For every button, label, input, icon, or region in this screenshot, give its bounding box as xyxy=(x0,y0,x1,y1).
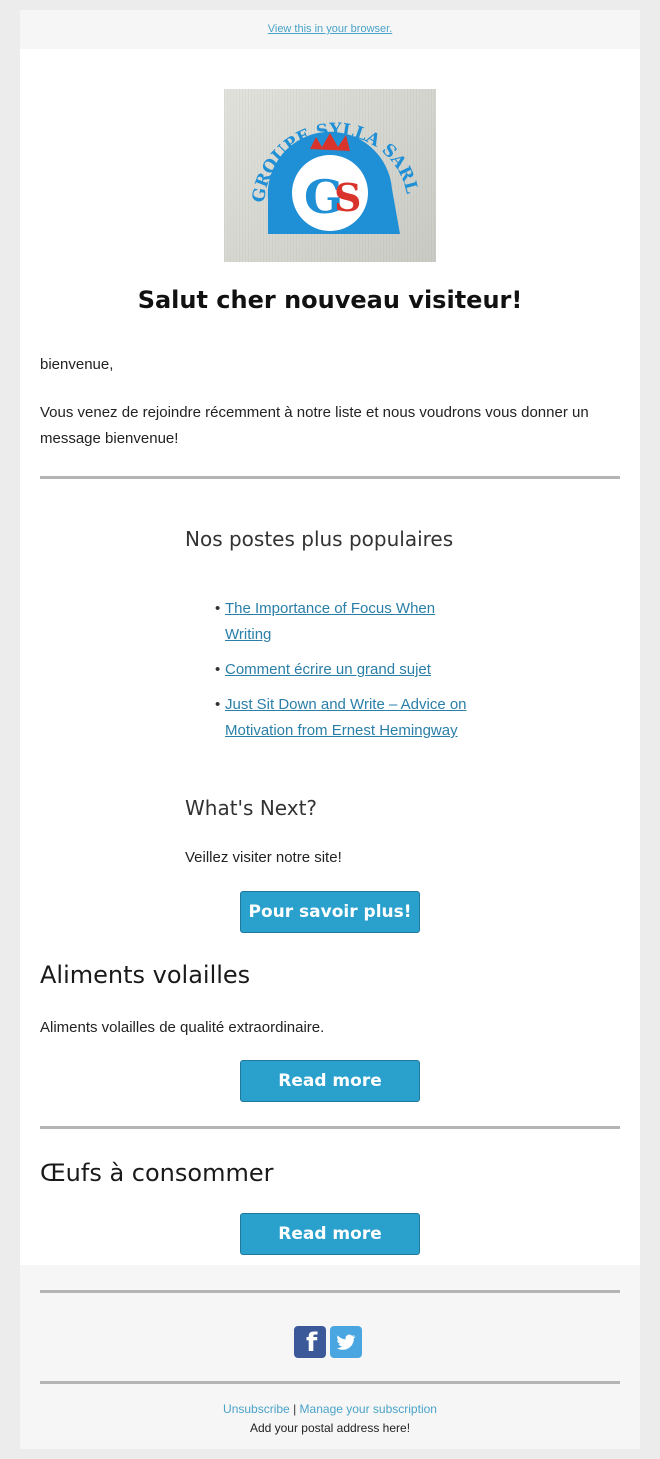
logo-initial-s: S xyxy=(334,175,361,220)
divider xyxy=(40,1126,620,1129)
post-link-focus[interactable]: The Importance of Focus When Writing xyxy=(225,600,435,643)
twitter-bird-glyph xyxy=(337,1334,356,1350)
popular-posts-heading: Nos postes plus populaires xyxy=(185,527,454,551)
eggs-read-more-button[interactable]: Read more xyxy=(240,1213,420,1255)
visit-site-text: Veillez visiter notre site! xyxy=(185,849,342,866)
view-in-browser-link[interactable]: View this in your browser. xyxy=(268,23,393,35)
popular-posts-list: • The Importance of Focus When Writing •… xyxy=(215,596,470,753)
page-title: Salut cher nouveau visiteur! xyxy=(137,286,523,314)
twitter-icon[interactable] xyxy=(330,1326,362,1358)
facebook-icon[interactable]: f xyxy=(294,1326,326,1358)
footer-separator: | xyxy=(293,1402,297,1416)
greeting-text: bienvenue, xyxy=(40,356,114,373)
logo-graphic: GROUPE SYLLA SARL G S xyxy=(249,120,422,234)
divider xyxy=(40,476,620,479)
preheader: View this in your browser. xyxy=(20,10,640,49)
footer: f Unsubscribe | Manage your subscription… xyxy=(20,1265,640,1449)
feed-read-more-button[interactable]: Read more xyxy=(240,1060,420,1102)
postal-address: Add your postal address here! xyxy=(249,1421,411,1435)
unsubscribe-link[interactable]: Unsubscribe xyxy=(223,1402,290,1416)
divider xyxy=(40,1290,620,1293)
bullet: • xyxy=(215,696,221,713)
post-link-grand-sujet[interactable]: Comment écrire un grand sujet xyxy=(225,661,431,678)
manage-subscription-link[interactable]: Manage your subscription xyxy=(300,1402,437,1416)
groupe-sylla-logo: GROUPE SYLLA SARL G S xyxy=(224,89,436,262)
learn-more-button[interactable]: Pour savoir plus! xyxy=(240,891,420,933)
feed-section-heading: Aliments volailles xyxy=(40,961,251,989)
list-item: • Comment écrire un grand sujet xyxy=(215,657,470,683)
post-link-hemingway[interactable]: Just Sit Down and Write – Advice on Moti… xyxy=(225,696,467,739)
welcome-message: Vous venez de rejoindre récemment à notr… xyxy=(40,404,589,447)
list-item: • Just Sit Down and Write – Advice on Mo… xyxy=(215,692,470,744)
whats-next-heading: What's Next? xyxy=(185,796,318,820)
eggs-section-heading: Œufs à consommer xyxy=(40,1159,274,1187)
bullet: • xyxy=(215,600,221,617)
social-links: f xyxy=(294,1326,364,1359)
bullet: • xyxy=(215,661,221,678)
list-item: • The Importance of Focus When Writing xyxy=(215,596,470,648)
email-container: View this in your browser. GROUPE SYLLA … xyxy=(20,10,640,1449)
divider xyxy=(40,1381,620,1384)
feed-section-text: Aliments volailles de qualité extraordin… xyxy=(40,1019,325,1036)
footer-links: Unsubscribe | Manage your subscription xyxy=(20,1402,640,1416)
